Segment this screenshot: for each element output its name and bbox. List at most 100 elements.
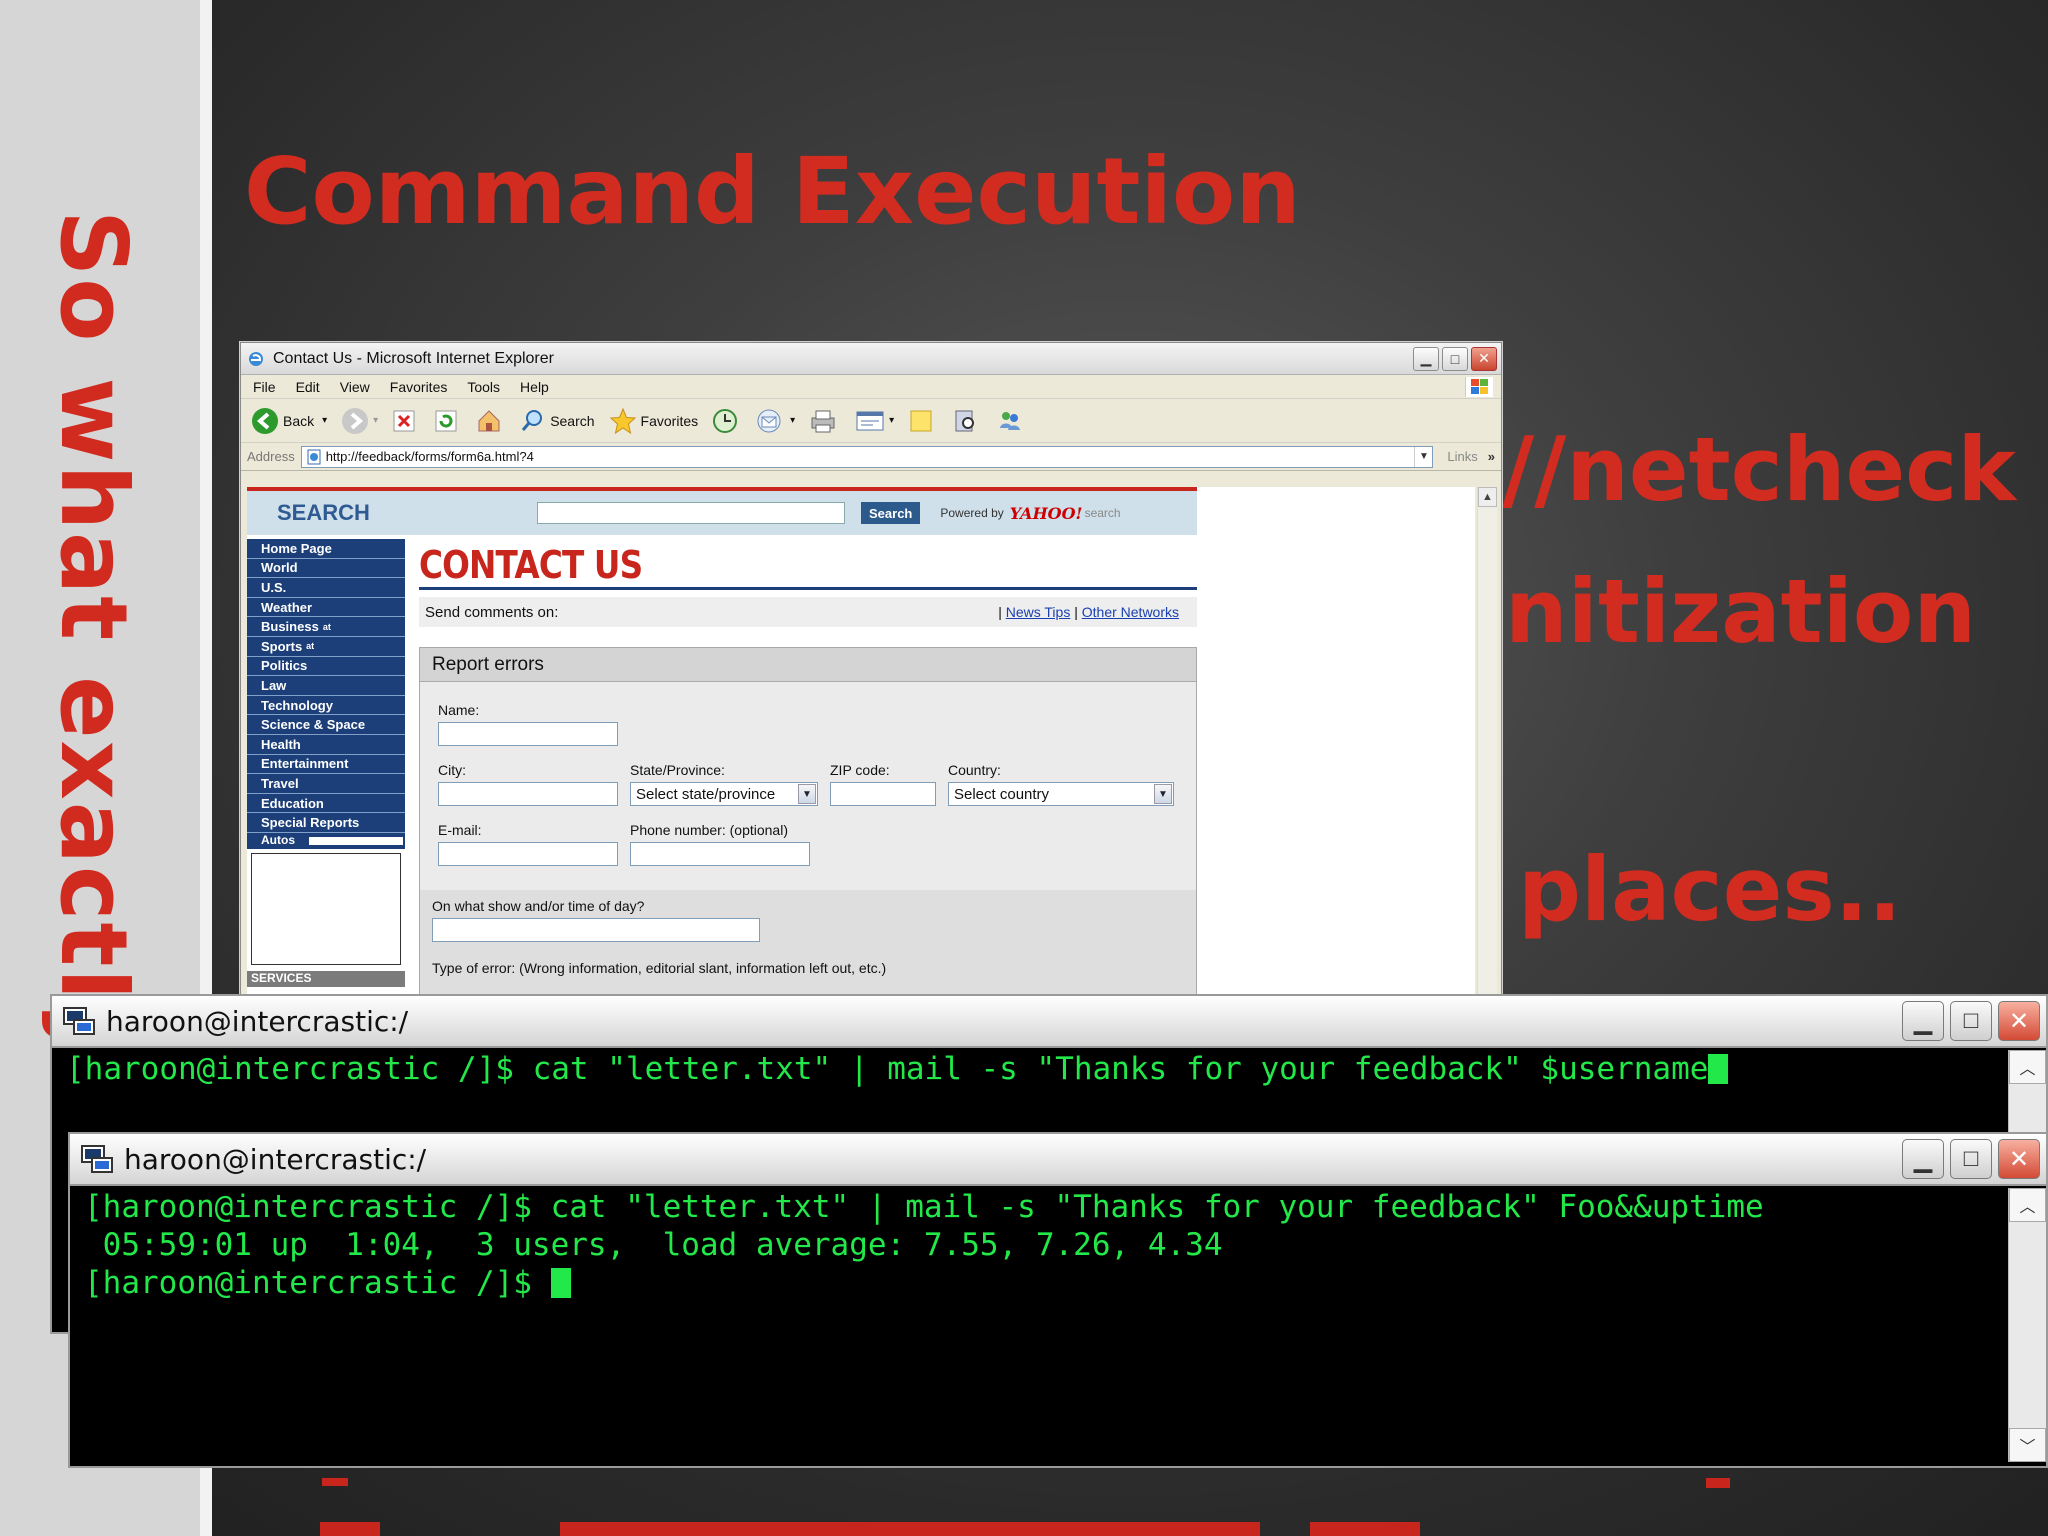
city-input[interactable] [438,782,618,806]
nav-item-home-page[interactable]: Home Page [247,539,405,559]
scroll-down-icon[interactable]: ﹀ [2009,1428,2046,1462]
maximize-button[interactable]: □ [1950,1139,1992,1179]
country-select[interactable]: Select country ▼ [948,782,1174,806]
forward-button[interactable]: ▾ [341,407,378,435]
terminal-cursor [550,1268,571,1298]
city-label: City: [438,762,466,778]
news-tips-link[interactable]: News Tips [1006,604,1071,620]
refresh-icon [435,410,457,431]
report-errors-form: Report errors Name: City: State/Province… [419,647,1197,1009]
site-search-button[interactable]: Search [861,502,921,524]
terminal-line: 05:59:01 up 1:04, 3 users, load average:… [84,1227,1223,1263]
phone-input[interactable] [630,842,810,866]
site-search-input[interactable] [537,502,845,524]
address-dropdown-icon[interactable]: ▼ [1414,446,1432,467]
nav-item-world[interactable]: World [247,558,405,579]
refresh-button[interactable] [434,409,462,433]
terminal-titlebar: haroon@intercrastic:/ ▁ □ ✕ [52,996,2046,1048]
terminal-window-front: haroon@intercrastic:/ ▁ □ ✕ [haroon@inte… [68,1132,2048,1468]
print-button[interactable] [809,408,841,434]
menu-view[interactable]: View [340,379,370,395]
error-type-label: Type of error: (Wrong information, edito… [432,960,887,976]
nav-item-politics[interactable]: Politics [247,656,405,677]
scroll-up-icon[interactable]: ▲ [1478,487,1497,507]
nav-item-label: Sports [261,638,303,654]
nav-item-technology[interactable]: Technology [247,695,405,716]
star-icon [609,407,636,434]
nav-item-autos[interactable]: Autos [247,832,405,849]
slide-red-mark [322,1478,348,1486]
page-heading: CONTACT US [419,543,643,587]
slide-text-fragment: nitization [1505,560,1976,663]
close-button[interactable]: ✕ [1471,346,1497,371]
home-button[interactable] [476,408,506,434]
name-input[interactable] [438,722,618,746]
links-label[interactable]: Links [1447,449,1477,464]
menu-favorites[interactable]: Favorites [390,379,448,395]
nav-item-sports[interactable]: Sports at [247,636,405,657]
nav-item-entertainment[interactable]: Entertainment [247,754,405,775]
send-comments-row: Send comments on: | News Tips | Other Ne… [419,597,1197,627]
scroll-up-icon[interactable]: ︿ [2009,1188,2046,1222]
nav-item-label: Health [261,736,301,752]
nav-item-education[interactable]: Education [247,793,405,814]
form-title: Report errors [420,648,1196,682]
site-nav: Home Page World U.S. Weather Business at … [247,539,405,987]
terminal-output[interactable]: [haroon@intercrastic /]$ cat "letter.txt… [80,1188,2006,1462]
email-input[interactable] [438,842,618,866]
stop-button[interactable] [392,409,420,433]
address-input[interactable]: http://feedback/forms/form6a.html?4 ▼ [300,445,1434,468]
nav-item-label: Science & Space [261,717,366,733]
state-select[interactable]: Select state/province ▼ [630,782,818,806]
nav-item-science-space[interactable]: Science & Space [247,715,405,735]
terminal-titlebar: haroon@intercrastic:/ ▁ □ ✕ [70,1134,2046,1186]
back-button[interactable]: Back ▾ [251,407,327,435]
scroll-up-icon[interactable]: ︿ [2009,1050,2046,1084]
menu-help[interactable]: Help [520,379,549,395]
nav-item-law[interactable]: Law [247,676,405,696]
menu-edit[interactable]: Edit [296,379,320,395]
country-label: Country: [948,762,1001,778]
minimize-button[interactable]: ▁ [1902,1001,1944,1041]
nav-item-travel[interactable]: Travel [247,774,405,794]
minimize-button[interactable]: ▁ [1902,1139,1944,1179]
nav-item-label: World [261,560,298,576]
mail-button[interactable]: ▾ [756,408,795,434]
zip-label: ZIP code: [830,762,890,778]
page-scrollbar[interactable]: ▲ [1477,487,1497,1009]
maximize-button[interactable]: □ [1442,346,1468,371]
slide-text-fragment: //netcheck [1502,418,2016,521]
services-header: SERVICES [247,970,405,987]
menu-file[interactable]: File [253,379,276,395]
nav-item-label: Education [261,795,324,811]
history-button[interactable] [712,408,742,434]
show-input[interactable] [432,918,760,942]
chevron-right-icon[interactable]: » [1488,449,1495,464]
edit-button[interactable]: ▾ [855,409,894,433]
nav-item-business[interactable]: Business at [247,617,405,637]
nav-item-label: Law [261,677,287,693]
nav-item-special-reports[interactable]: Special Reports [247,813,405,833]
research-button[interactable] [952,408,982,434]
minimize-button[interactable]: ▁ [1413,346,1439,371]
favorites-button[interactable]: Favorites [609,407,698,435]
zip-input[interactable] [830,782,936,806]
search-button[interactable]: Search [520,408,595,434]
menu-tools[interactable]: Tools [467,379,500,395]
terminal-title: haroon@intercrastic:/ [124,1142,427,1176]
slide-red-mark [560,1522,1260,1536]
close-button[interactable]: ✕ [1998,1139,2040,1179]
nav-item-weather[interactable]: Weather [247,597,405,618]
discuss-button[interactable] [908,408,938,434]
terminal-scrollbar[interactable]: ︿ ﹀ [2008,1188,2046,1462]
nav-item-health[interactable]: Health [247,734,405,755]
messenger-button[interactable] [996,408,1028,434]
terminal-icon [81,1145,113,1173]
address-bar: Address http://feedback/forms/form6a.htm… [241,443,1501,471]
close-button[interactable]: ✕ [1998,1001,2040,1041]
terminal-title: haroon@intercrastic:/ [106,1004,409,1038]
maximize-button[interactable]: □ [1950,1001,1992,1041]
messenger-icon [1000,411,1021,430]
other-networks-link[interactable]: Other Networks [1082,604,1179,620]
nav-item-us[interactable]: U.S. [247,578,405,598]
